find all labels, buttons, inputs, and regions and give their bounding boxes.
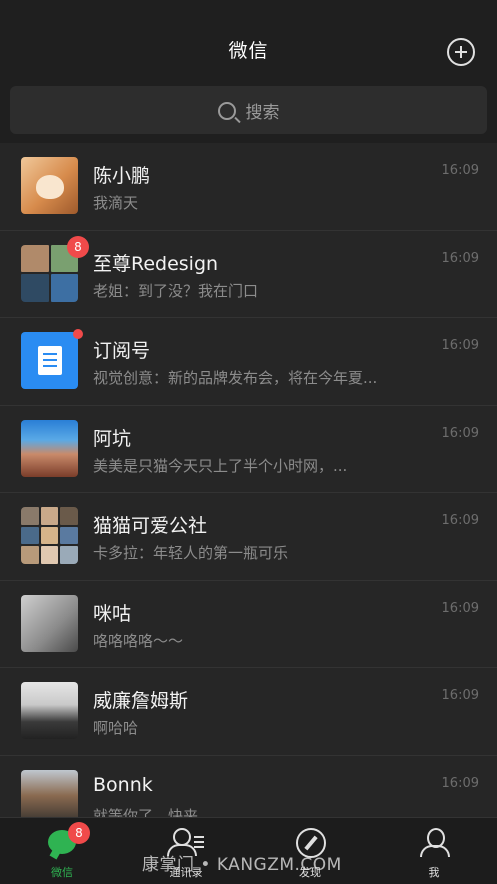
- chat-time: 16:09: [441, 600, 479, 616]
- chat-name: 咪咕: [93, 602, 132, 625]
- chat-time: 16:09: [441, 775, 479, 791]
- group-avatar: [21, 507, 78, 564]
- chat-message: 美美是只猫今天只上了半个小时网，...: [93, 456, 348, 475]
- chat-message: 啊哈哈: [93, 719, 139, 737]
- chat-name: 至尊Redesign: [93, 252, 219, 275]
- tab-chats[interactable]: 8 微信: [0, 818, 124, 884]
- chat-row[interactable]: 订阅号 视觉创意：新的品牌发布会，将在今年夏... 16:09: [0, 318, 497, 406]
- search-placeholder: 搜索: [245, 103, 280, 123]
- watermark: 康掌门 • KANGZM.COM: [142, 855, 342, 875]
- chat-message: 老姐：到了没？我在门口: [93, 281, 259, 300]
- chat-name: Bonnk: [93, 773, 153, 796]
- unread-badge: 8: [67, 235, 89, 258]
- chat-row[interactable]: 威廉詹姆斯 啊哈哈 16:09: [0, 668, 497, 756]
- plus-circle-icon[interactable]: [447, 38, 475, 66]
- unread-dot: [73, 329, 83, 339]
- avatar: [21, 419, 78, 477]
- chat-message: 就等你了，快来。: [93, 806, 214, 818]
- chat-message: 我滴天: [93, 194, 139, 212]
- chat-time: 16:09: [441, 163, 479, 178]
- chat-row[interactable]: 猫猫可爱公社 卡多拉：年轻人的第一瓶可乐 16:09: [0, 493, 497, 581]
- chat-time: 16:09: [441, 425, 479, 441]
- chat-name: 猫猫可爱公社: [93, 515, 208, 537]
- chat-row[interactable]: 咪咕 咯咯咯咯～～ 16:09: [0, 581, 497, 668]
- chat-row[interactable]: 陈小鹏 我滴天 16:09: [0, 143, 497, 231]
- tab-me[interactable]: 我: [372, 818, 496, 884]
- tab-label: 我: [428, 866, 440, 879]
- chat-list: 陈小鹏 我滴天 16:09 8 至尊Redesign 老姐：到了没？我在门口 1…: [0, 143, 497, 817]
- chat-time: 16:09: [441, 513, 479, 528]
- subscription-icon: [21, 332, 78, 389]
- chat-time: 16:09: [441, 338, 479, 353]
- chat-message: 咯咯咯咯～～: [93, 631, 184, 650]
- chat-name: 阿坑: [93, 427, 132, 450]
- chat-name: 订阅号: [93, 340, 151, 362]
- avatar: [21, 594, 78, 652]
- chat-time: 16:09: [441, 688, 479, 703]
- chat-row[interactable]: 8 至尊Redesign 老姐：到了没？我在门口 16:09: [0, 231, 497, 318]
- avatar: [21, 769, 78, 817]
- avatar: [21, 682, 78, 739]
- chat-message: 卡多拉：年轻人的第一瓶可乐: [93, 544, 289, 562]
- chat-name: 陈小鹏: [93, 165, 151, 187]
- search-bar[interactable]: 搜索: [10, 86, 487, 134]
- chat-message: 视觉创意：新的品牌发布会，将在今年夏...: [93, 369, 378, 387]
- tab-label: 微信: [51, 866, 73, 879]
- chat-time: 16:09: [441, 250, 479, 266]
- tab-badge: 8: [68, 822, 90, 844]
- chat-name: 威廉詹姆斯: [93, 690, 189, 712]
- chat-row[interactable]: 阿坑 美美是只猫今天只上了半个小时网，... 16:09: [0, 406, 497, 493]
- top-bar: 微信: [0, 0, 497, 84]
- avatar: [21, 157, 78, 214]
- chat-row[interactable]: Bonnk 就等你了，快来。 16:09: [0, 756, 497, 818]
- page-title: 微信: [228, 40, 269, 62]
- search-icon: [217, 102, 236, 120]
